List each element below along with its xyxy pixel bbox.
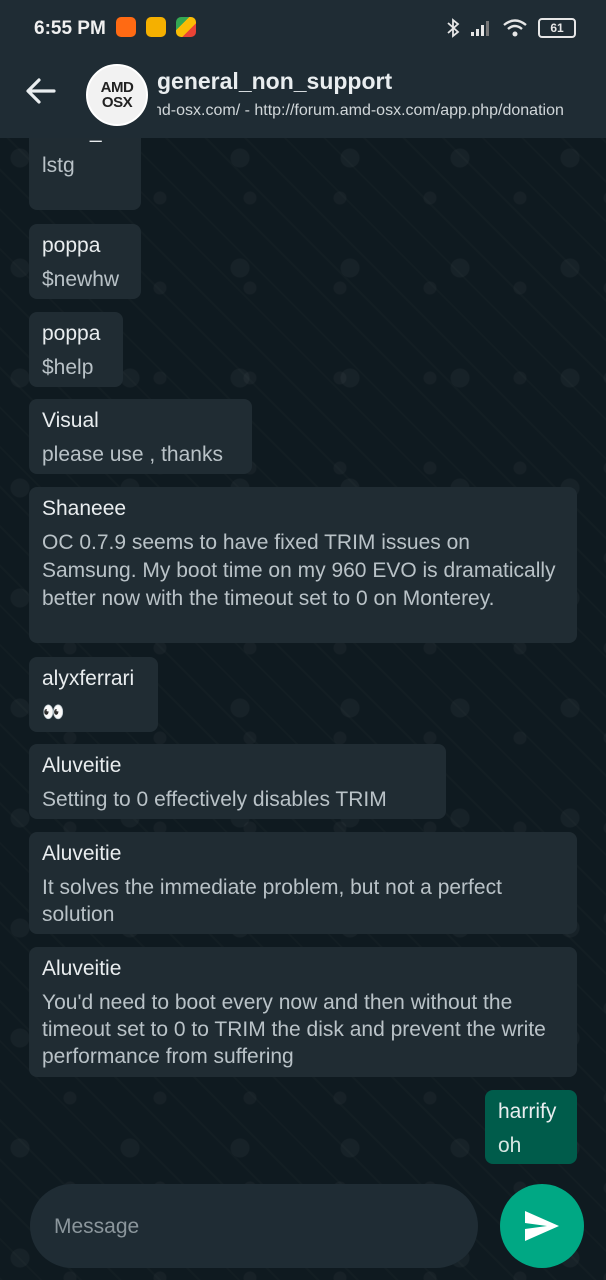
- chat-header: AMD OSX general_non_support nd-osx.com/ …: [0, 46, 606, 138]
- mi-app-icon: [116, 17, 136, 37]
- outgoing-message-bubble[interactable]: harrify oh: [485, 1090, 577, 1164]
- message-bubble[interactable]: Visual please use , thanks: [29, 399, 252, 474]
- avatar-text-line2: OSX: [101, 94, 133, 111]
- wifi-icon: [503, 19, 527, 37]
- group-avatar[interactable]: AMD OSX: [86, 64, 148, 126]
- message-bubble[interactable]: poppa $newhw: [29, 224, 141, 299]
- message-text: It solves the immediate problem, but not…: [42, 876, 502, 926]
- message-sender: Shaneee: [42, 497, 127, 520]
- status-time: 6:55 PM: [34, 18, 106, 39]
- notification-icons: [116, 17, 196, 37]
- message-text: lstg: [42, 154, 75, 177]
- message-input[interactable]: [52, 1208, 456, 1246]
- battery-indicator: 61: [538, 18, 576, 38]
- message-bubble[interactable]: Aluveitie Setting to 0 effectively disab…: [29, 744, 446, 819]
- message-sender: Aluveitie: [42, 842, 122, 865]
- send-button[interactable]: [500, 1184, 584, 1268]
- message-text: please use , thanks: [42, 443, 223, 466]
- message-bubble[interactable]: Aluveitie You'd need to boot every now a…: [29, 947, 577, 1077]
- message-sender: Aluveitie: [42, 754, 122, 777]
- message-sender: poppa: [42, 322, 101, 345]
- bluetooth-icon: [447, 18, 460, 38]
- chat-subtitle: nd-osx.com/ - http://forum.amd-osx.com/a…: [157, 102, 593, 120]
- status-right: 61: [446, 18, 576, 38]
- message-sender: harrify: [498, 1100, 557, 1123]
- send-icon: [525, 1211, 559, 1241]
- message-sender: Aluveitie: [42, 957, 122, 980]
- message-bubble[interactable]: Shaneee OC 0.7.9 seems to have fixed TRI…: [29, 487, 577, 643]
- message-bubble[interactable]: Aluveitie It solves the immediate proble…: [29, 832, 577, 934]
- message-sender: poppa: [42, 234, 101, 257]
- message-composer: [30, 1184, 478, 1268]
- message-sender: alyxferrari: [42, 667, 135, 690]
- message-text: OC 0.7.9 seems to have fixed TRIM issues…: [42, 531, 556, 610]
- status-bar: 6:55 PM 61: [0, 0, 606, 52]
- message-bubble[interactable]: alyxferrari 👀: [29, 657, 158, 732]
- chat-subtitle-text: nd-osx.com/ - http://forum.amd-osx.com/a…: [157, 102, 564, 119]
- message-text: $newhw: [42, 268, 120, 291]
- message-bubble[interactable]: poppa $help: [29, 312, 123, 387]
- message-bubble[interactable]: dallis_c lstg: [29, 138, 141, 210]
- signal-icon: [471, 21, 489, 36]
- back-arrow-icon[interactable]: [24, 74, 58, 108]
- avatar-text-line1: AMD: [100, 79, 134, 96]
- message-text: $help: [42, 356, 94, 379]
- notes-app-icon: [146, 17, 166, 37]
- message-sender: dallis_c: [42, 138, 127, 146]
- message-text: You'd need to boot every now and then wi…: [42, 991, 546, 1068]
- message-text: oh: [498, 1134, 522, 1157]
- chat-title[interactable]: general_non_support: [157, 68, 392, 95]
- message-text: 👀: [42, 702, 65, 722]
- message-text: Setting to 0 effectively disables TRIM: [42, 788, 387, 811]
- message-list[interactable]: dallis_c lstg poppa $newhw poppa $help V…: [0, 138, 606, 1180]
- message-sender: Visual: [42, 409, 99, 432]
- play-store-icon: [176, 17, 196, 37]
